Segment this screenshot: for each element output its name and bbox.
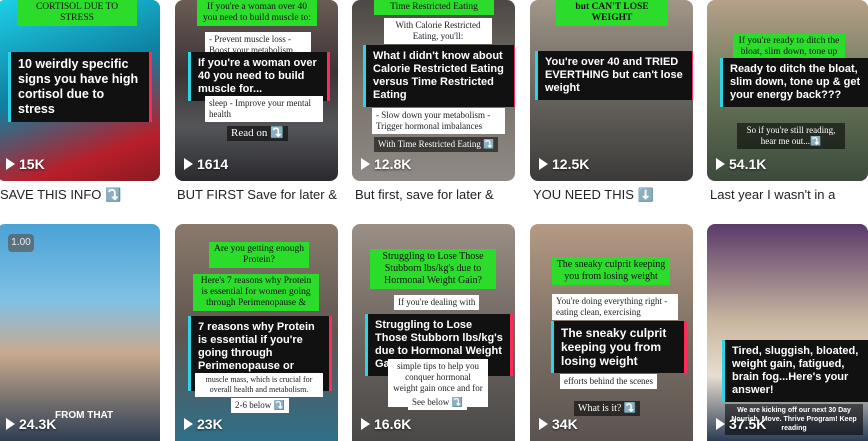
video-card[interactable]: If you're a woman over 40 you need to bu… <box>175 0 338 181</box>
top-tag: but CAN'T LOSE WEIGHT <box>556 0 668 26</box>
bottom-note: sleep - Improve your mental health <box>205 96 323 122</box>
video-card[interactable]: Are you getting enough Protein? Here's 7… <box>175 224 338 441</box>
view-count: 16.6K <box>361 416 411 432</box>
view-count: 23K <box>184 416 223 432</box>
bottom-note: efforts behind the scenes <box>560 374 658 389</box>
view-count: 34K <box>539 416 578 432</box>
play-icon <box>716 418 725 430</box>
footer-note: What is it? ⤵️ <box>574 401 641 416</box>
subtitle-text: FROM THAT <box>55 410 114 421</box>
play-icon <box>539 418 548 430</box>
video-overlay-text: Tired, sluggish, bloated, weight gain, f… <box>725 340 868 402</box>
top-tag: Are you getting enough Protein? <box>209 242 309 268</box>
play-icon <box>361 418 370 430</box>
video-overlay-text: Ready to ditch the bloat, slim down, ton… <box>723 58 868 107</box>
video-card[interactable]: If you're ready to ditch the bloat, slim… <box>707 0 868 181</box>
play-icon <box>716 158 725 170</box>
video-card[interactable]: Time Restricted Eating With Calorie Rest… <box>352 0 515 181</box>
top-note: You're doing everything right - eating c… <box>552 294 678 320</box>
video-card[interactable]: Struggling to Lose Those Stubborn lbs/kg… <box>352 224 515 441</box>
read-on-note: Read on ⤵️ <box>227 126 288 141</box>
view-count: 12.8K <box>361 156 411 172</box>
view-count: 37.5K <box>716 416 766 432</box>
playback-speed-badge[interactable]: 1.00 <box>8 234 34 252</box>
view-count: 1614 <box>184 156 228 172</box>
play-icon <box>184 158 193 170</box>
video-caption[interactable]: BUT FIRST Save for later & <box>177 187 342 202</box>
view-count: 54.1K <box>716 156 766 172</box>
video-overlay-text: The sneaky culprit keeping you from losi… <box>554 321 684 373</box>
video-overlay-text: What I didn't know about Calorie Restric… <box>366 45 514 107</box>
play-icon <box>6 158 15 170</box>
top-note: If you're a woman over 40 you need to bu… <box>197 0 317 26</box>
footer-note: See below ⤵️ <box>408 395 467 410</box>
second-tag: Here's 7 reasons why Protein is essentia… <box>193 274 319 311</box>
video-caption[interactable]: YOU NEED THIS ⬇️ <box>533 187 698 203</box>
top-tag: The sneaky culprit keeping you from losi… <box>552 257 670 285</box>
top-note: If you're dealing with <box>394 295 480 310</box>
top-note: With Calorie Restricted Eating, you'll: <box>384 18 492 44</box>
thumbnail <box>0 224 160 441</box>
top-tag: Struggling to Lose Those Stubborn lbs/kg… <box>370 249 496 289</box>
video-card[interactable]: CORTISOL DUE TO STRESS 10 weirdly specif… <box>0 0 160 181</box>
play-icon <box>539 158 548 170</box>
video-card[interactable]: The sneaky culprit keeping you from losi… <box>530 224 693 441</box>
video-caption[interactable]: SAVE THIS INFO ⤵️ <box>0 187 165 203</box>
bottom-note: muscle mass, which is crucial for overal… <box>195 373 323 397</box>
bottom-note: So if you're still reading, hear me out.… <box>737 123 845 149</box>
video-overlay-text: You're over 40 and TRIED EVERTHING but c… <box>538 51 692 100</box>
video-card[interactable]: but CAN'T LOSE WEIGHT You're over 40 and… <box>530 0 693 181</box>
bottom-note: - Slow down your metabolism - Trigger ho… <box>372 108 505 134</box>
top-tag: If you're ready to ditch the bloat, slim… <box>733 34 845 60</box>
video-card[interactable]: Tired, sluggish, bloated, weight gain, f… <box>707 224 868 441</box>
view-count: 15K <box>6 156 45 172</box>
video-card[interactable]: 1.00 FROM THAT 24.3K <box>0 224 160 441</box>
play-icon <box>6 418 15 430</box>
play-icon <box>184 418 193 430</box>
view-count: 24.3K <box>6 416 56 432</box>
play-icon <box>361 158 370 170</box>
video-overlay-text: 10 weirdly specific signs you have high … <box>11 52 149 122</box>
footer-note: With Time Restricted Eating ⤵️ <box>374 137 499 152</box>
top-tag: Time Restricted Eating <box>374 0 494 15</box>
video-caption[interactable]: Last year I wasn't in a <box>710 187 868 202</box>
view-count: 12.5K <box>539 156 589 172</box>
top-tag: CORTISOL DUE TO STRESS <box>17 0 137 26</box>
video-overlay-text: If you're a woman over 40 you need to bu… <box>191 52 327 101</box>
footer-note: 2-6 below ⤵️ <box>231 398 289 413</box>
video-caption[interactable]: But first, save for later & <box>355 187 520 202</box>
